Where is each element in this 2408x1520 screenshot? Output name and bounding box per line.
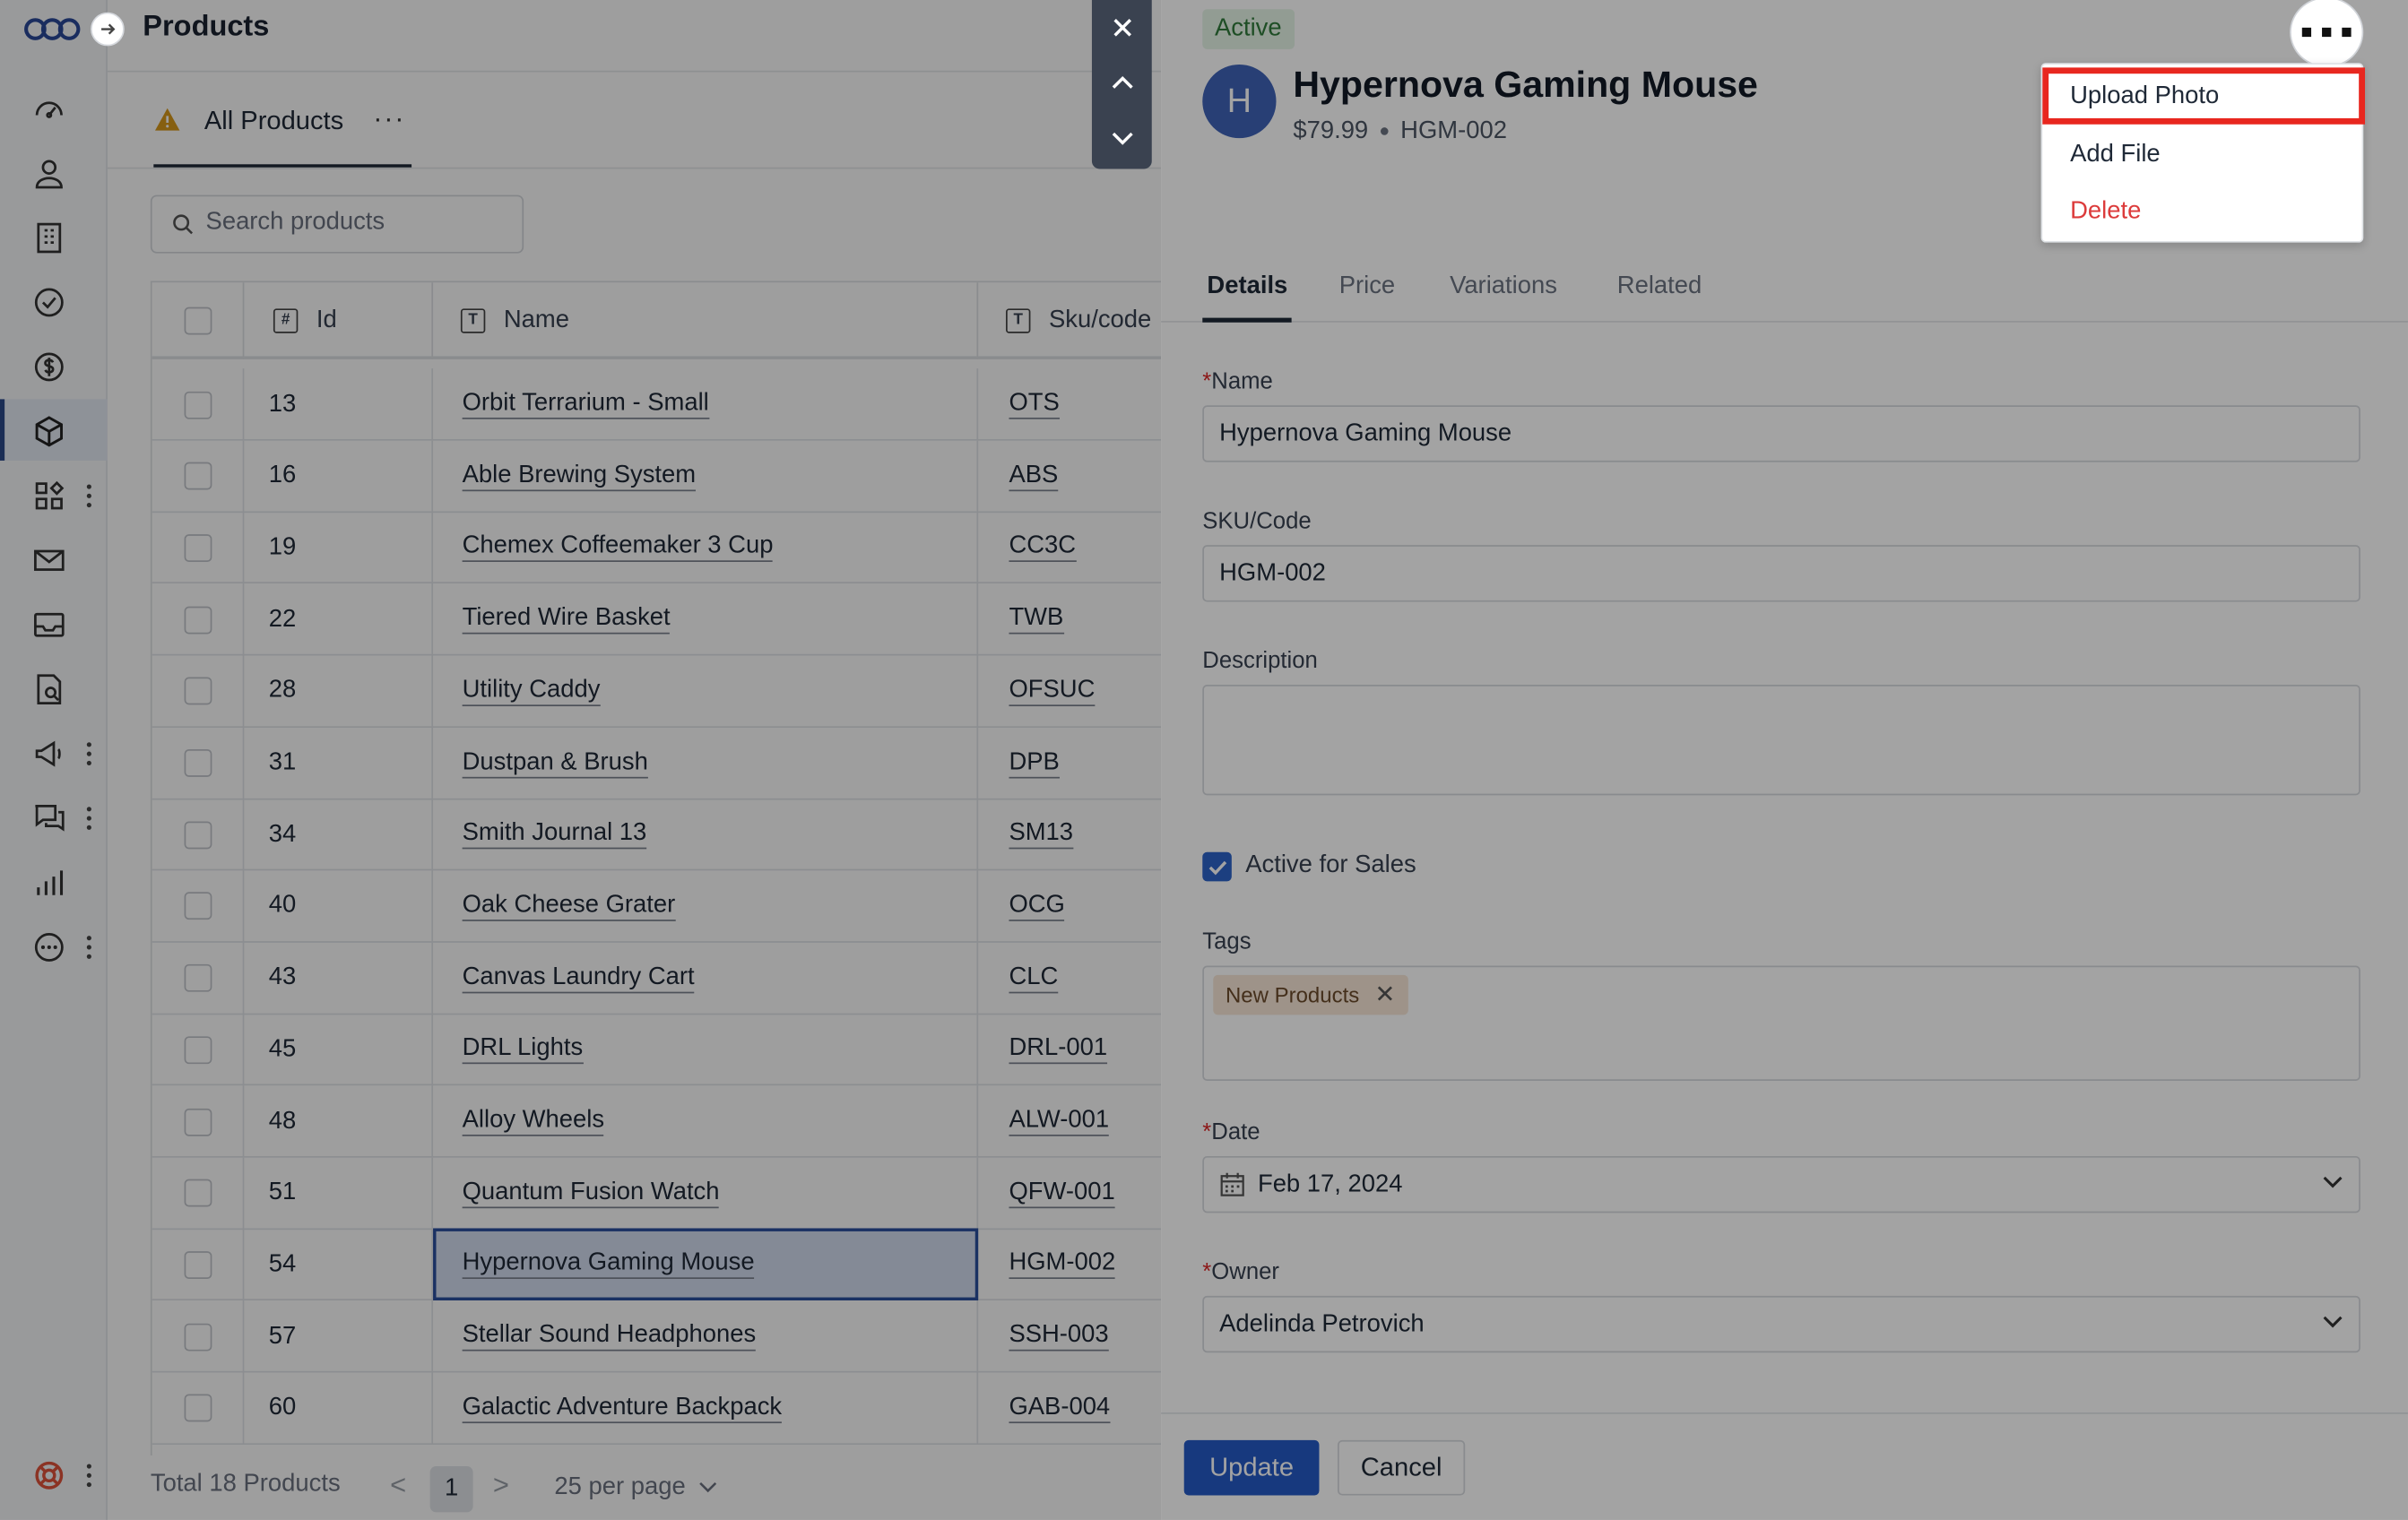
chevron-up-icon xyxy=(1111,75,1132,89)
record-navigator xyxy=(1091,0,1152,169)
menu-item-upload-photo[interactable]: Upload Photo xyxy=(2042,67,2366,125)
actions-menu: Upload Photo Add File Delete xyxy=(2040,63,2366,243)
expand-sidebar-icon[interactable] xyxy=(91,12,125,47)
close-icon xyxy=(1113,19,1131,37)
modal-backdrop[interactable] xyxy=(0,0,1162,1520)
close-panel-button[interactable] xyxy=(1092,0,1152,56)
next-record-button[interactable] xyxy=(1092,110,1152,166)
menu-item-add-file[interactable]: Add File xyxy=(2042,125,2365,182)
more-actions-button[interactable] xyxy=(2290,0,2364,68)
more-horizontal-icon xyxy=(2301,27,2352,38)
menu-item-delete[interactable]: Delete xyxy=(2042,183,2365,239)
chevron-down-icon xyxy=(1111,132,1132,145)
previous-record-button[interactable] xyxy=(1092,56,1152,111)
